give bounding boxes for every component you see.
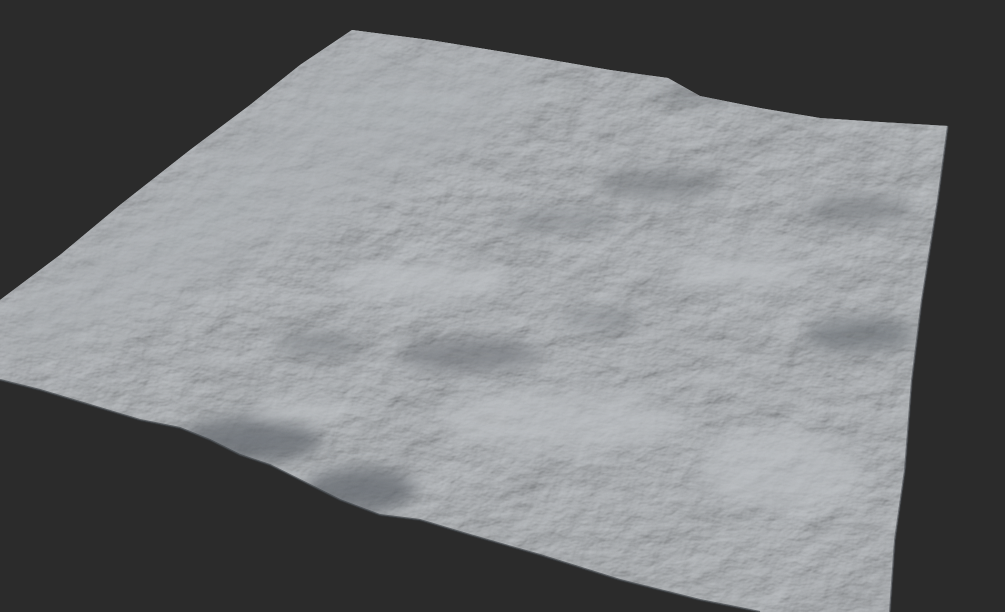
3d-viewport[interactable] <box>0 0 1005 612</box>
terrain-render <box>0 0 1005 612</box>
